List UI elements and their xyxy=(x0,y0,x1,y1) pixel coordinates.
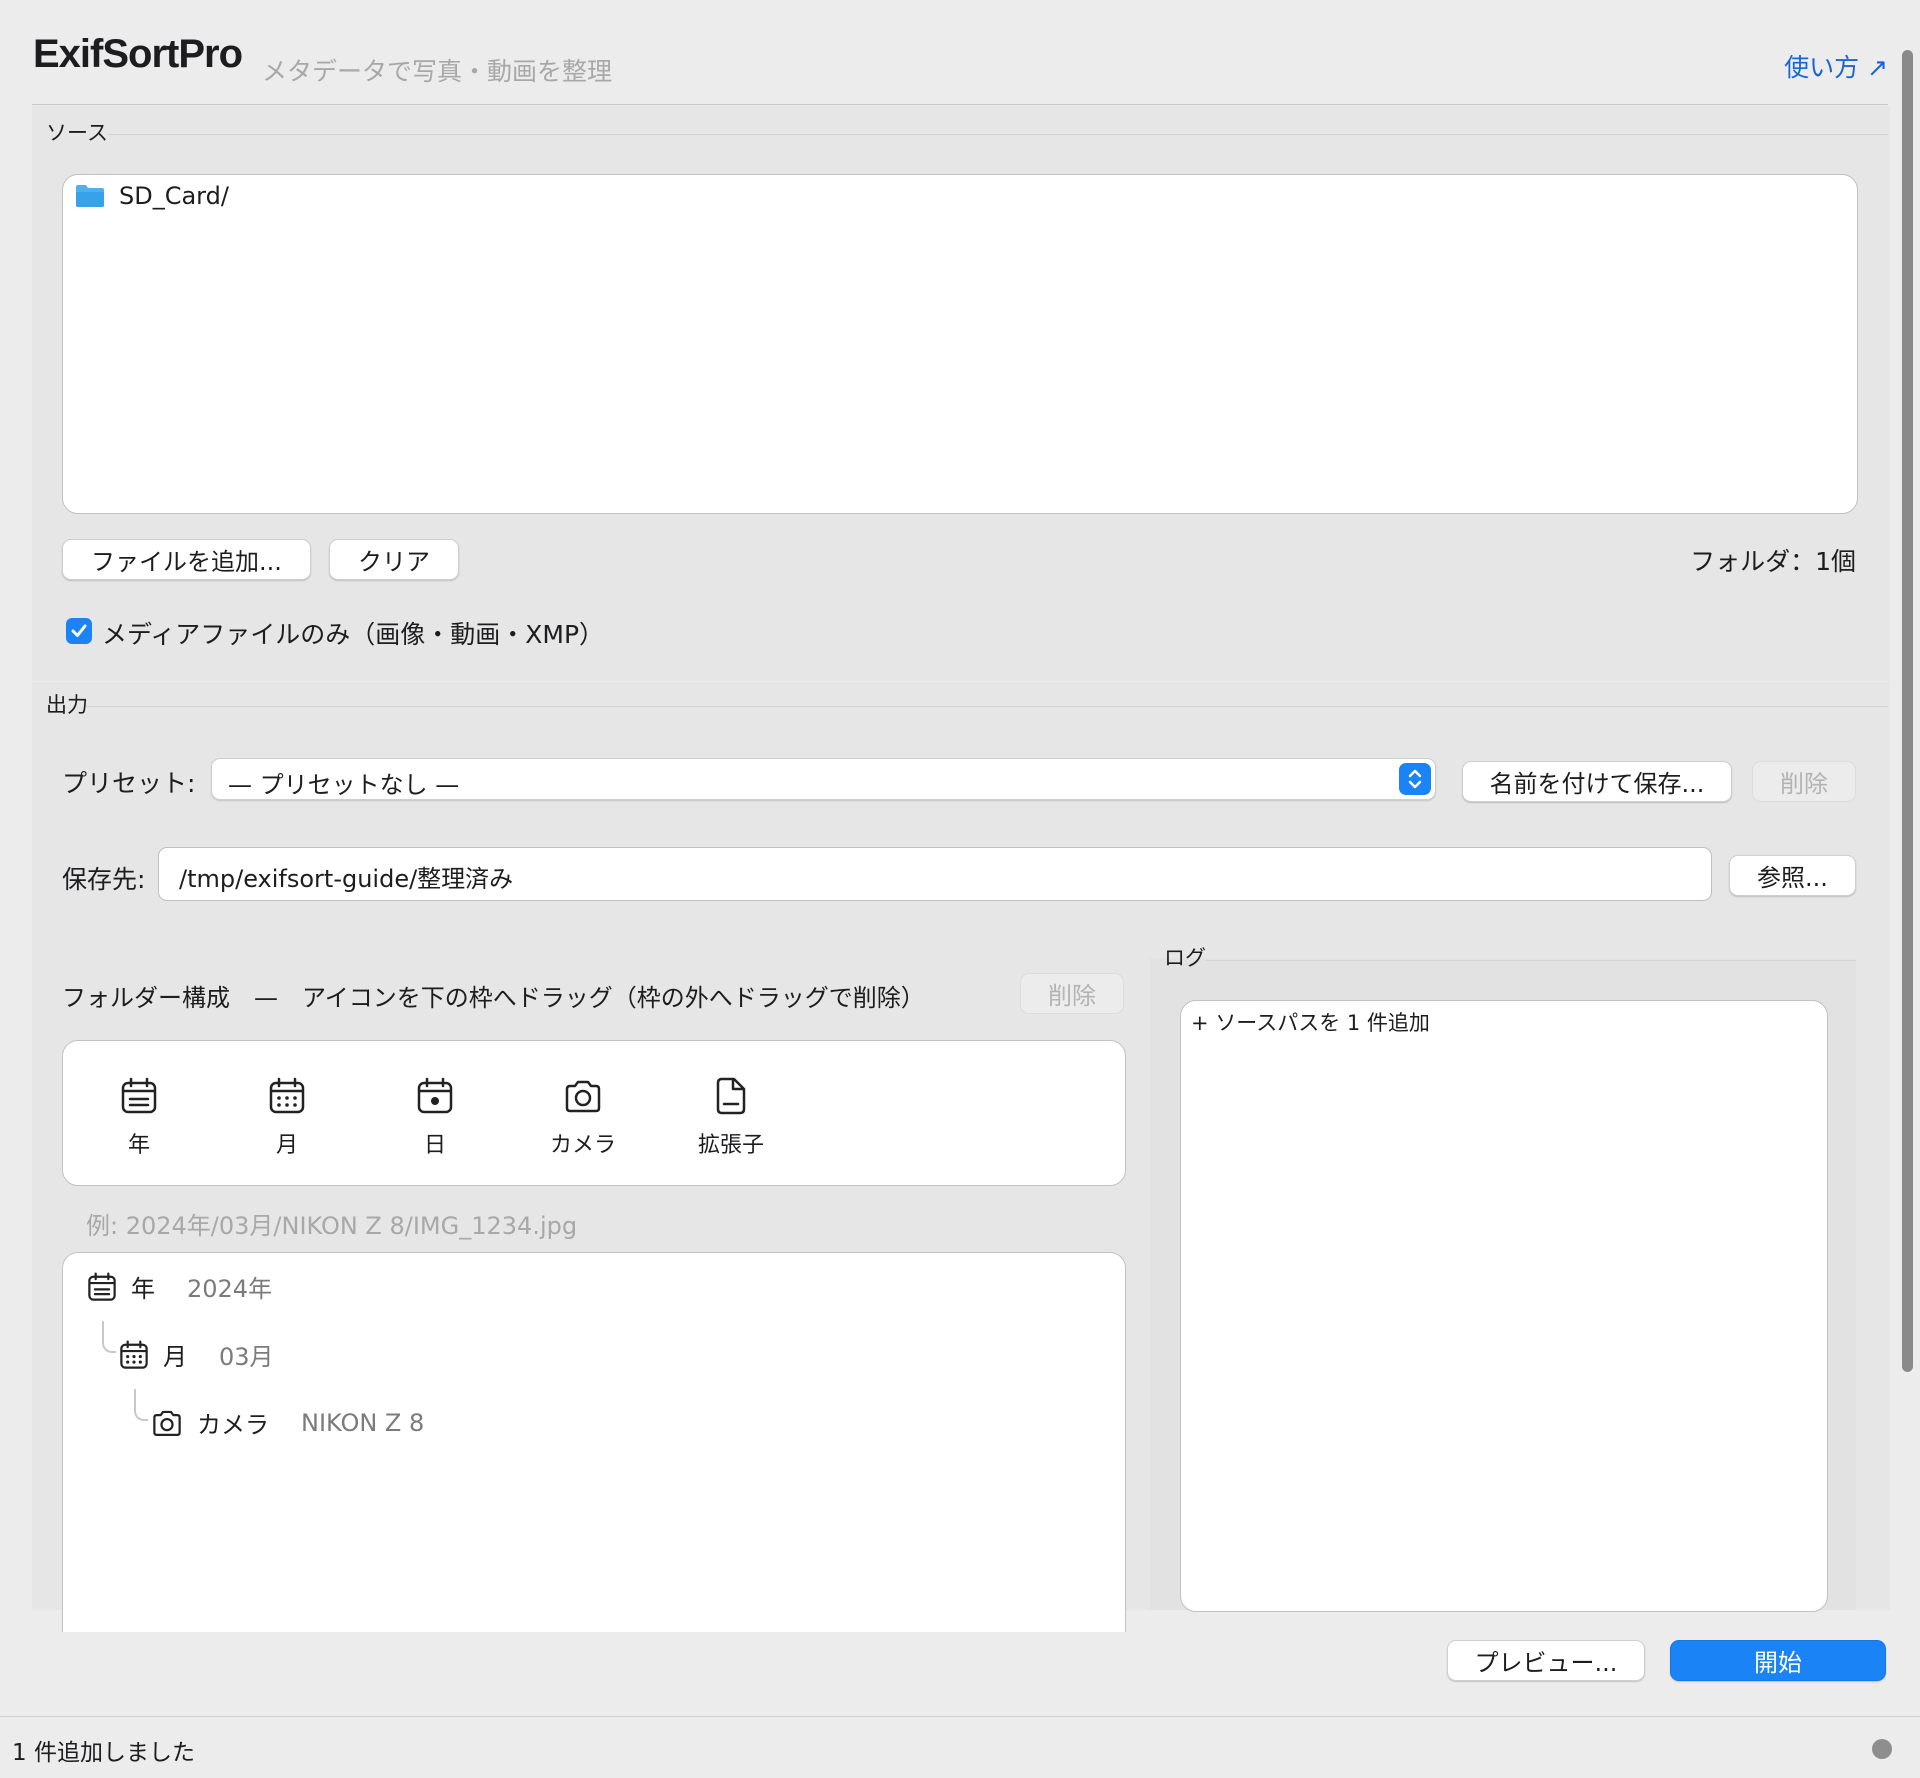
help-link[interactable]: 使い方 ↗ xyxy=(1784,48,1888,84)
calendar-month-icon xyxy=(120,1339,148,1369)
folder-structure-tree[interactable]: 年 2024年 月 03月 カメラ NIKON Z 8 xyxy=(62,1252,1126,1632)
clear-button[interactable]: クリア xyxy=(329,539,459,580)
source-item-label: SD_Card/ xyxy=(119,182,229,210)
camera-icon xyxy=(565,1080,601,1113)
destination-label: 保存先: xyxy=(62,865,146,894)
folder-component-palette: 年 月 日 カメラ 拡張子 xyxy=(62,1040,1126,1186)
tree-key: 月 xyxy=(163,1343,187,1371)
folder-structure-label: フォルダー構成 — アイコンを下の枠へドラッグ（枠の外へドラッグで削除） xyxy=(62,984,925,1012)
palette-item-label: カメラ xyxy=(549,1133,616,1158)
source-section-rule xyxy=(108,134,1888,135)
calendar-year-icon xyxy=(121,1077,157,1114)
preset-select[interactable]: — プリセットなし — xyxy=(211,758,1436,800)
media-only-checkbox[interactable] xyxy=(66,618,92,644)
app-title: ExifSortPro xyxy=(33,32,243,76)
camera-icon xyxy=(153,1410,181,1436)
palette-item-extension[interactable]: 拡張子 xyxy=(681,1077,781,1159)
log-section-label: ログ xyxy=(1164,946,1206,970)
calendar-month-icon xyxy=(269,1077,305,1114)
start-button[interactable]: 開始 xyxy=(1670,1640,1886,1681)
log-line: + ソースパスを 1 件追加 xyxy=(1191,1011,1430,1035)
add-files-button[interactable]: ファイルを追加... xyxy=(62,539,311,580)
palette-item-label: 月 xyxy=(275,1133,298,1158)
header-divider xyxy=(32,104,1888,105)
tree-value: 2024年 xyxy=(187,1275,273,1303)
save-preset-button[interactable]: 名前を付けて保存... xyxy=(1462,761,1732,802)
tree-value: 03月 xyxy=(219,1343,274,1371)
window-scrollbar[interactable] xyxy=(1902,50,1913,1372)
app-subtitle: メタデータで写真・動画を整理 xyxy=(262,57,613,86)
palette-item-label: 日 xyxy=(423,1133,446,1158)
source-section-label: ソース xyxy=(46,121,108,145)
status-bar: 1 件追加しました xyxy=(0,1716,1920,1778)
delete-preset-button[interactable]: 削除 xyxy=(1752,761,1856,802)
media-only-label[interactable]: メディアファイルのみ（画像・動画・XMP） xyxy=(102,615,604,651)
tree-row-year[interactable]: 年 2024年 xyxy=(87,1269,272,1304)
source-list-item[interactable]: SD_Card/ xyxy=(63,175,1857,217)
status-text: 1 件追加しました xyxy=(12,1740,195,1766)
delete-structure-button[interactable]: 削除 xyxy=(1020,973,1124,1014)
document-icon xyxy=(716,1077,746,1115)
palette-item-label: 年 xyxy=(127,1133,150,1158)
log-section-rule xyxy=(1206,960,1856,961)
palette-item-label: 拡張子 xyxy=(697,1133,764,1158)
calendar-day-icon xyxy=(417,1077,453,1114)
tree-value: NIKON Z 8 xyxy=(301,1408,425,1437)
chevron-updown-icon xyxy=(1399,763,1431,795)
tree-connector xyxy=(134,1389,148,1421)
tree-key: 年 xyxy=(131,1275,155,1303)
preset-select-value: — プリセットなし — xyxy=(228,771,460,799)
destination-field[interactable]: /tmp/exifsort-guide/整理済み xyxy=(158,847,1712,901)
palette-item-year[interactable]: 年 xyxy=(89,1077,189,1159)
log-view[interactable]: + ソースパスを 1 件追加 xyxy=(1180,1000,1828,1612)
folder-icon xyxy=(76,185,104,207)
preview-button[interactable]: プレビュー... xyxy=(1447,1640,1645,1681)
source-list[interactable]: SD_Card/ xyxy=(62,174,1858,514)
preset-label: プリセット: xyxy=(62,769,196,798)
calendar-year-icon xyxy=(88,1271,116,1301)
palette-item-month[interactable]: 月 xyxy=(237,1077,337,1159)
tree-connector xyxy=(102,1321,116,1353)
example-path: 例: 2024年/03月/NIKON Z 8/IMG_1234.jpg xyxy=(86,1212,578,1240)
checkmark-icon xyxy=(71,624,87,637)
palette-item-day[interactable]: 日 xyxy=(385,1077,485,1159)
palette-item-camera[interactable]: カメラ xyxy=(533,1077,633,1159)
browse-button[interactable]: 参照... xyxy=(1729,855,1856,896)
tree-row-month[interactable]: 月 03月 xyxy=(119,1337,274,1372)
output-section-rule xyxy=(86,706,1888,707)
status-indicator xyxy=(1872,1739,1892,1759)
output-section-label: 出力 xyxy=(46,693,88,717)
tree-key: カメラ xyxy=(197,1411,269,1439)
folder-count: フォルダ：1個 xyxy=(1690,547,1856,576)
tree-row-camera[interactable]: カメラ NIKON Z 8 xyxy=(151,1405,424,1440)
